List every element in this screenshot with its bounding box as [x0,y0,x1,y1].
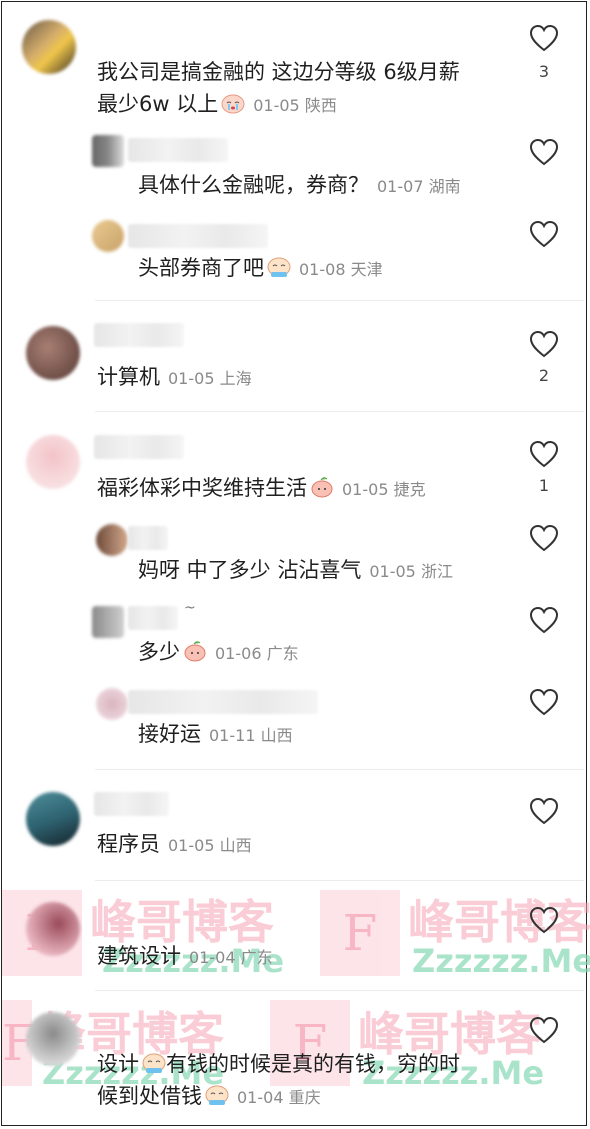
peach-emoji-icon [184,641,206,662]
heart-icon[interactable] [529,138,559,166]
crying-emoji-icon [221,94,245,114]
comment-meta: 01-11 山西 [209,726,293,745]
heart-icon[interactable] [529,24,559,52]
comment-meta: 01-05 山西 [168,836,252,855]
heart-icon[interactable] [529,1016,559,1044]
comment-text: 具体什么金融呢，券商？ 01-07 湖南 [138,173,461,197]
comment-meta: 01-08 天津 [299,260,383,279]
watermark-domain: Zzzzzz.Me [412,942,590,980]
username-blurred[interactable] [94,323,184,347]
crying-emoji-icon [205,1085,229,1105]
heart-icon[interactable] [529,440,559,468]
avatar[interactable] [96,688,128,720]
divider [95,300,584,301]
username-blurred[interactable] [94,435,184,459]
username-blurred[interactable] [94,792,169,816]
divider [95,880,584,881]
heart-icon[interactable] [529,330,559,358]
comment-text: 福彩体彩中奖维持生活 01-05 捷克 [97,476,426,500]
avatar[interactable] [26,326,80,380]
comment-list: 我公司是搞金融的 这边分等级 6级月薪 最少6w 以上 01-05 陕西 3 具体… [1,1,590,1126]
comment-meta: 01-05 陕西 [253,96,337,115]
comment-meta: 01-05 捷克 [342,480,426,499]
avatar[interactable] [26,902,80,956]
divider [95,769,584,770]
comment-meta: 01-07 湖南 [377,177,461,196]
username-blurred[interactable] [128,526,168,550]
avatar[interactable] [92,220,124,252]
comment-text-line2: 候到处借钱 01-04 重庆 [97,1084,321,1108]
comment-text: 头部券商了吧 01-08 天津 [138,256,383,280]
comment-text: 程序员 01-05 山西 [97,832,252,856]
like-count: 2 [538,366,550,385]
comment-text: 接好运 01-11 山西 [138,722,293,746]
comment-meta: 01-06 广东 [215,644,299,663]
username-blurred[interactable] [128,606,178,630]
heart-icon[interactable] [529,797,559,825]
avatar[interactable] [96,524,128,556]
comment-meta: 01-05 上海 [168,369,252,388]
comment-meta: 01-05 浙江 [369,562,453,581]
username-blurred[interactable] [128,138,228,162]
comment-meta: 01-04 广东 [189,948,273,967]
heart-icon[interactable] [529,688,559,716]
heart-icon[interactable] [529,524,559,552]
username-tilde: ~ [184,600,196,616]
like-count: 3 [538,62,550,81]
crying-emoji-icon [142,1053,166,1073]
avatar[interactable] [26,1012,80,1066]
avatar[interactable] [92,135,124,167]
heart-icon[interactable] [529,906,559,934]
comment-text-line2: 最少6w 以上 01-05 陕西 [97,92,337,116]
avatar[interactable] [26,792,80,846]
avatar[interactable] [22,20,76,74]
comment-text: 多少 01-06 广东 [138,640,299,664]
avatar[interactable] [92,606,124,638]
comment-text: 设计 有钱的时候是真的有钱，穷的时 [97,1052,460,1076]
comment-text: 我公司是搞金融的 这边分等级 6级月薪 [97,60,460,84]
comment-text: 妈呀 中了多少 沾沾喜气 01-05 浙江 [138,558,453,582]
comment-text: 建筑设计 01-04 广东 [97,944,273,968]
divider [95,411,584,412]
comment-text: 计算机 01-05 上海 [97,365,252,389]
comment-meta: 01-04 重庆 [237,1088,321,1107]
like-count: 1 [538,476,550,495]
peach-emoji-icon [311,477,333,498]
username-blurred[interactable] [128,690,318,714]
avatar[interactable] [26,435,80,489]
username-blurred[interactable] [128,224,268,248]
heart-icon[interactable] [529,606,559,634]
crying-emoji-icon [267,257,291,277]
watermark-logo: F [320,890,400,976]
divider [95,990,584,991]
heart-icon[interactable] [529,220,559,248]
